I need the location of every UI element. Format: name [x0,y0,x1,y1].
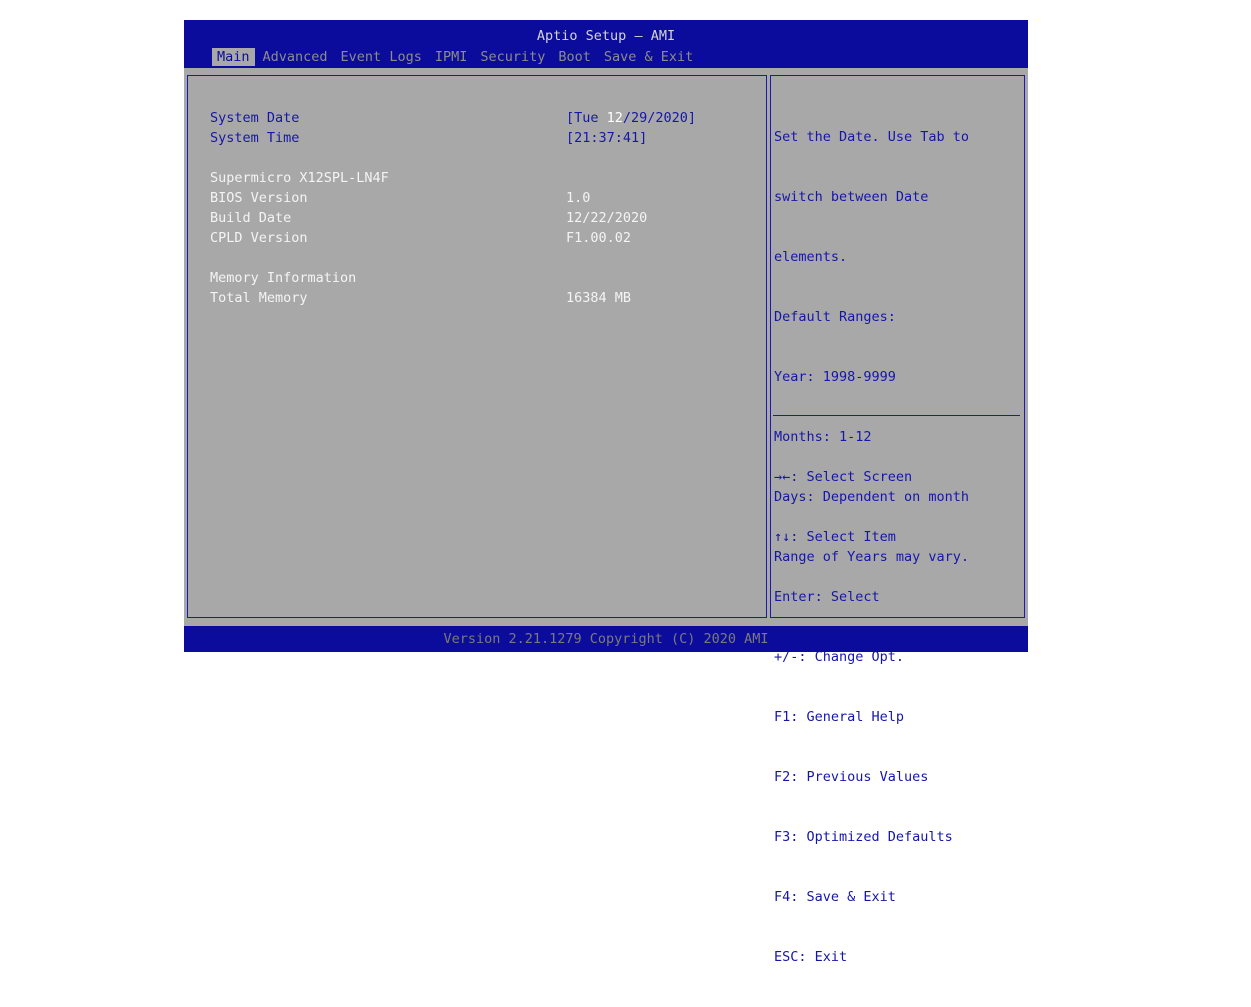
key-save-exit: F4: Save & Exit [774,889,896,905]
system-date-suffix: /29/2020] [622,110,697,126]
help-line: Default Ranges: [774,309,896,325]
bios-version-label: BIOS Version [210,190,308,206]
tab-event-logs[interactable]: Event Logs [336,48,427,66]
tab-save-exit[interactable]: Save & Exit [599,48,698,66]
cpld-version-value: F1.00.02 [566,230,632,246]
system-date-field[interactable]: [Tue 12/29/2020] [566,110,696,126]
tab-main[interactable]: Main [212,48,255,66]
app-title: Aptio Setup – AMI [536,28,676,44]
key-enter-select: Enter: Select [774,589,880,605]
build-date-value: 12/22/2020 [566,210,648,226]
system-time-label[interactable]: System Time [210,130,299,146]
version-text: Version 2.21.1279 Copyright (C) 2020 AMI [443,631,769,647]
tab-security[interactable]: Security [475,48,550,66]
key-select-item: ↑↓: Select Item [774,529,896,545]
cpld-version-label: CPLD Version [210,230,308,246]
total-memory-label: Total Memory [210,290,308,306]
tab-bar: Main Advanced Event Logs IPMI Security B… [212,48,701,66]
system-date-prefix: [Tue [566,110,607,126]
bios-setup-screen: Aptio Setup – AMI Main Advanced Event Lo… [184,20,1028,965]
tab-ipmi[interactable]: IPMI [430,48,473,66]
header-bar: Aptio Setup – AMI Main Advanced Event Lo… [184,20,1028,68]
board-name: Supermicro X12SPL-LN4F [210,170,389,186]
help-divider [773,415,1020,416]
main-panel: System Date [Tue 12/29/2020] System Time… [187,75,767,618]
help-line: Set the Date. Use Tab to [774,129,970,145]
key-general-help: F1: General Help [774,709,905,725]
help-line: switch between Date [774,189,929,205]
help-line: elements. [774,249,848,265]
system-date-month[interactable]: 12 [607,110,623,126]
key-select-screen: →←: Select Screen [774,469,913,485]
key-previous-values: F2: Previous Values [774,769,929,785]
system-date-label[interactable]: System Date [210,110,299,126]
bios-version-value: 1.0 [566,190,591,206]
tab-boot[interactable]: Boot [553,48,596,66]
total-memory-value: 16384 MB [566,290,632,306]
key-optimized-defaults: F3: Optimized Defaults [774,829,953,845]
build-date-label: Build Date [210,210,292,226]
tab-advanced[interactable]: Advanced [258,48,333,66]
system-time-field[interactable]: [21:37:41] [566,130,647,146]
help-panel: Set the Date. Use Tab to switch between … [770,75,1025,965]
key-esc-exit: ESC: Exit [774,949,848,965]
help-line: Year: 1998-9999 [774,369,896,385]
footer-bar: Version 2.21.1279 Copyright (C) 2020 AMI [184,626,1028,652]
memory-information-heading: Memory Information [210,270,357,286]
key-legend: →←: Select Screen ↑↓: Select Item Enter:… [774,427,953,1007]
